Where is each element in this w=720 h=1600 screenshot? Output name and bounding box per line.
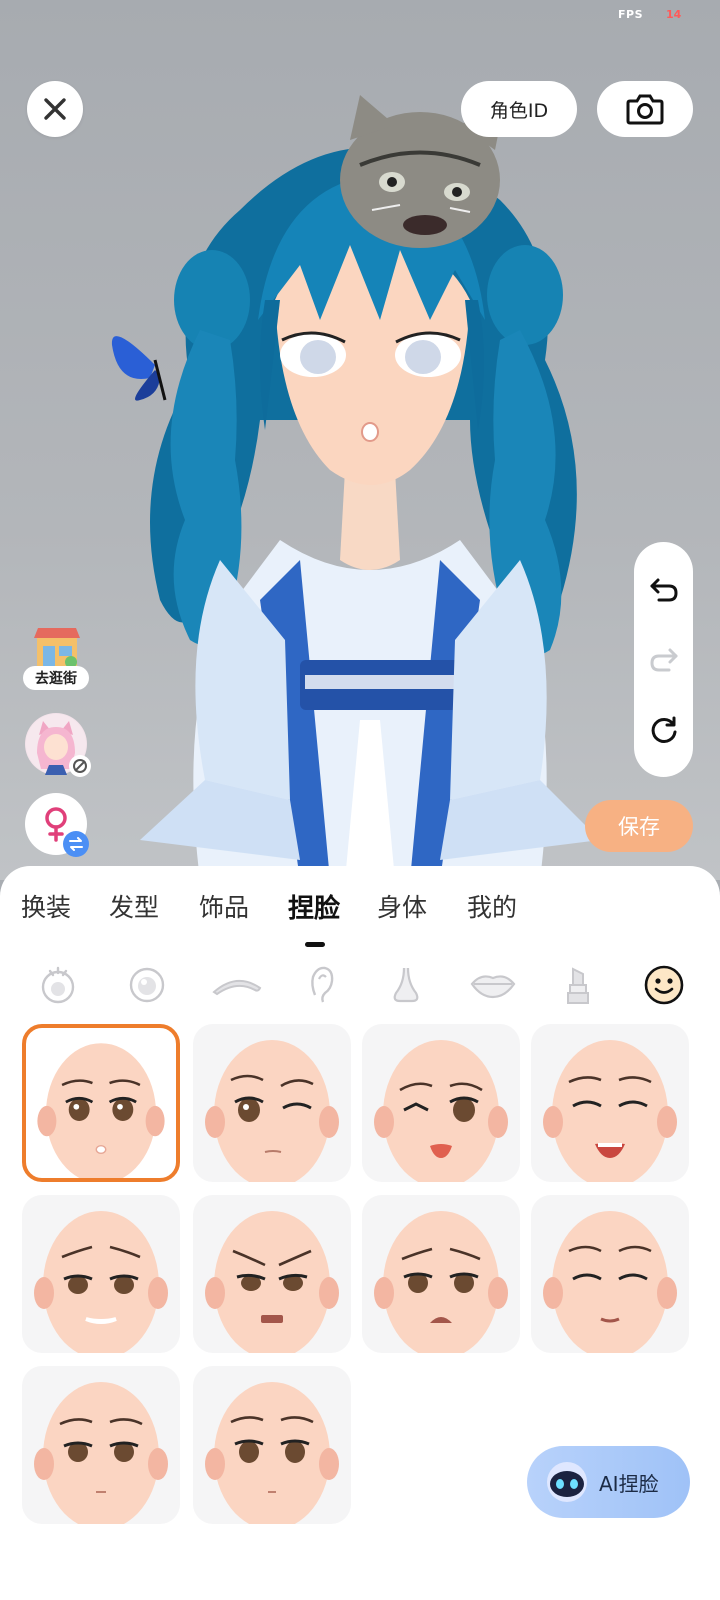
expression-blank[interactable] [193,1366,351,1524]
face-tongue-out-image [374,1040,508,1182]
expression-laughing[interactable] [531,1024,689,1182]
camera-icon [626,94,664,125]
lips-icon [470,975,516,999]
face-calm-image [34,1382,168,1524]
face-worried-smile-image [34,1211,168,1353]
save-button[interactable]: 保存 [585,800,693,852]
active-tab-indicator [305,942,325,947]
face-smug-image [543,1211,677,1353]
avatar-thumbnail-button[interactable] [25,713,91,777]
camera-button[interactable] [597,81,693,137]
hidden-badge [69,755,91,777]
eye-off-icon [73,759,87,773]
tab-hairstyle[interactable]: 发型 [109,888,159,924]
face-angry-image [205,1211,339,1353]
expression-tongue-out[interactable] [362,1024,520,1182]
redo-button[interactable] [646,641,682,677]
role-id-button[interactable]: 角色ID [461,81,577,137]
subcat-head-shape[interactable] [36,964,80,1006]
expression-neutral[interactable] [22,1024,180,1182]
subcat-eyes[interactable] [125,964,169,1006]
reset-button[interactable] [646,712,682,748]
tab-body[interactable]: 身体 [377,888,427,924]
expression-angry[interactable] [193,1195,351,1353]
expression-worried-smile[interactable] [22,1195,180,1353]
reset-icon [651,716,676,743]
subcat-lips[interactable] [465,964,521,1006]
undo-button[interactable] [646,571,682,607]
ai-face-label: AI捏脸 [599,1471,659,1496]
face-blank-image [205,1382,339,1524]
ai-face-button[interactable]: AI捏脸 [527,1446,690,1518]
subcat-nose[interactable] [384,964,428,1006]
gender-switch-button[interactable] [25,793,89,857]
shop-icon [34,628,80,668]
tab-outfit[interactable]: 换装 [21,888,71,924]
swap-icon [69,837,83,851]
face-sad-image [374,1211,508,1353]
expression-wink[interactable] [193,1024,351,1182]
fps-value: 14 [666,8,682,21]
nose-icon [393,967,419,1003]
category-tabs: 换装 发型 饰品 捏脸 身体 我的 [0,888,720,932]
close-icon [44,98,66,120]
robot-icon [547,1462,587,1502]
ear-icon [311,966,334,1003]
face-subcategories [0,964,720,1006]
redo-icon [649,648,677,672]
eye-icon [129,967,165,1003]
lipstick-icon [567,967,589,1004]
face-laughing-image [543,1040,677,1182]
subcat-makeup[interactable] [556,964,600,1006]
expression-calm[interactable] [22,1366,180,1524]
tab-mine[interactable]: 我的 [467,888,517,924]
go-shopping-button[interactable]: 去逛街 [23,626,89,690]
eyebrow-icon [212,980,262,996]
swap-badge [63,831,89,857]
tab-face-sculpt[interactable]: 捏脸 [288,888,340,925]
close-button[interactable] [27,81,83,137]
subcat-eyebrows[interactable] [209,964,265,1006]
face-expression-icon [644,965,684,1005]
expression-smug[interactable] [531,1195,689,1353]
subcat-expression[interactable] [642,964,686,1006]
fps-label: FPS [618,8,643,21]
face-wink-image [205,1040,339,1182]
avatar-preview-stage[interactable]: FPS 14 角色ID 保存 去逛街 [0,0,720,880]
tab-accessories[interactable]: 饰品 [199,888,249,924]
history-controls [634,542,693,777]
undo-icon [650,578,678,602]
subcat-ears[interactable] [300,964,344,1006]
face-neutral-image [37,1043,165,1178]
go-shopping-label: 去逛街 [23,666,89,690]
head-shape-icon [41,966,75,1004]
expression-sad[interactable] [362,1195,520,1353]
